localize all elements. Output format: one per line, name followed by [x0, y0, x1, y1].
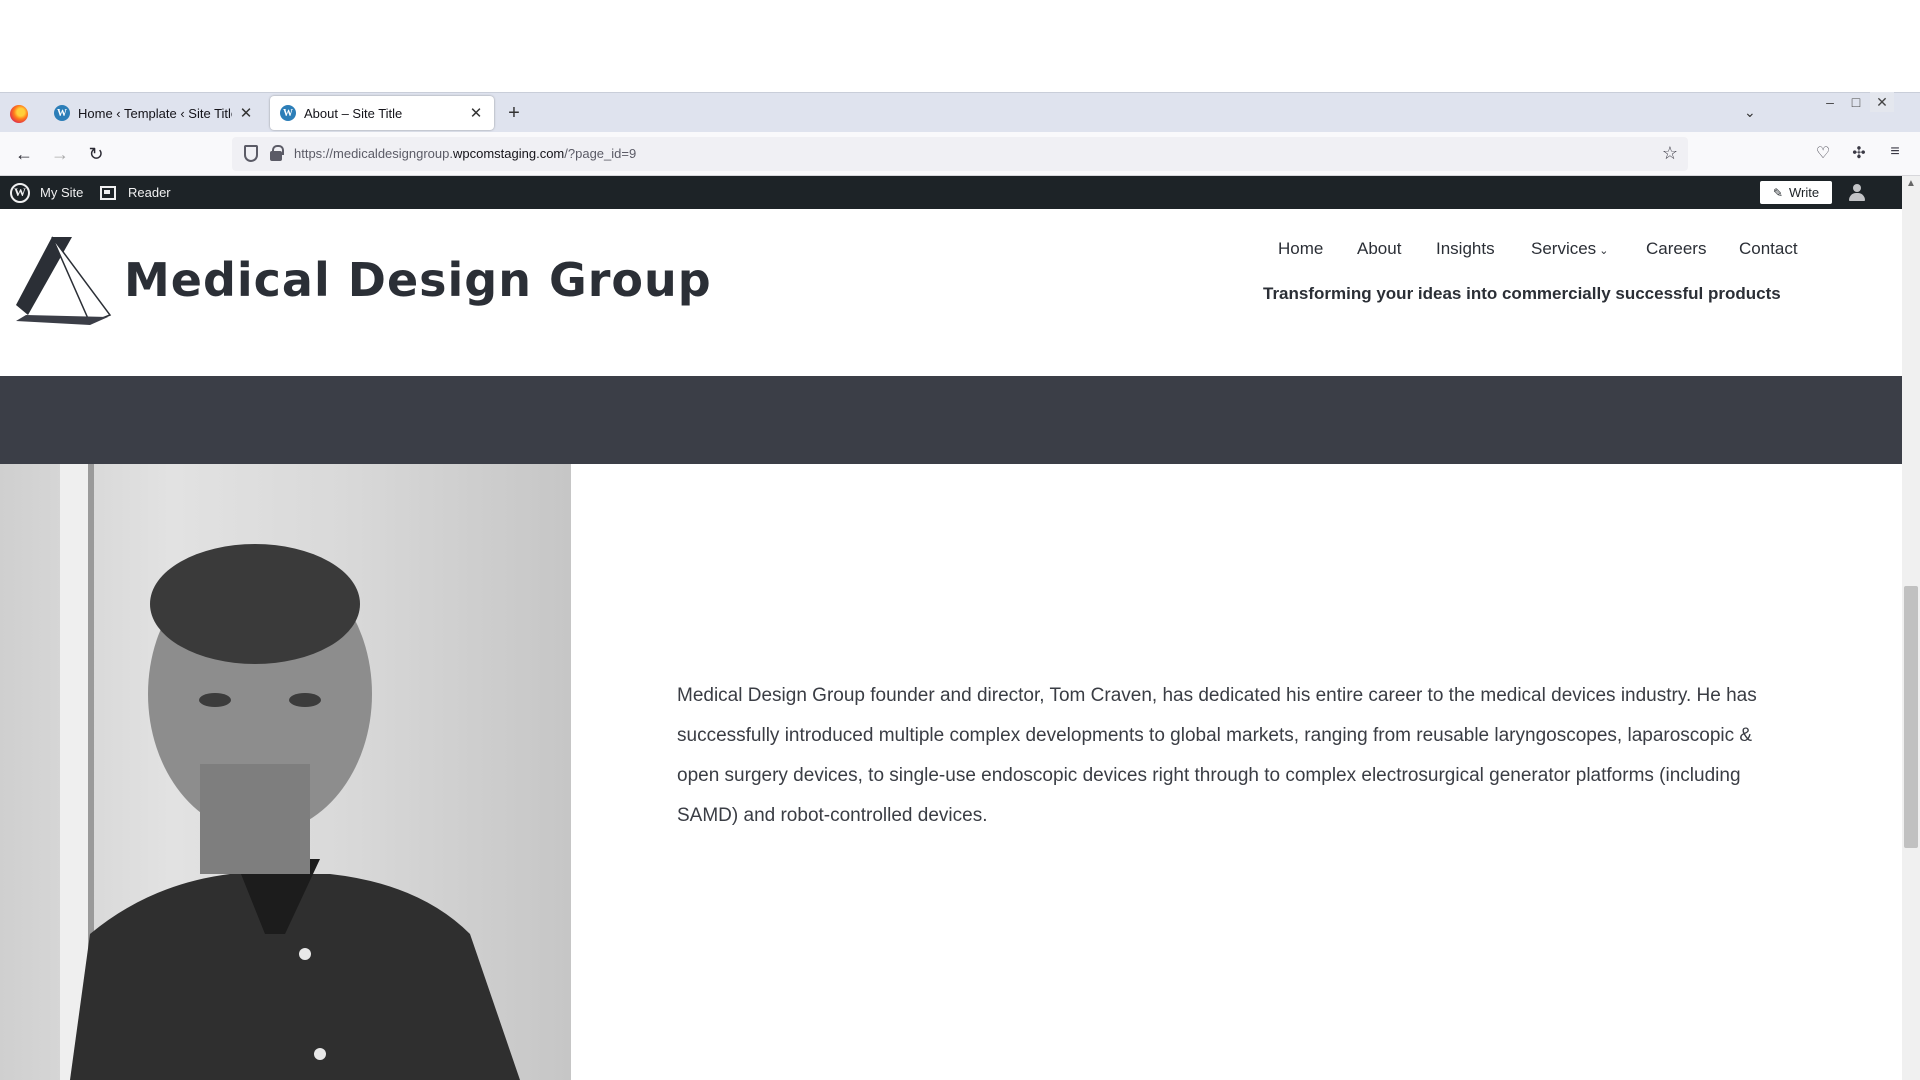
minimize-window-icon[interactable]: – [1818, 92, 1842, 112]
url-suffix: /?page_id=9 [564, 146, 637, 161]
address-bar[interactable]: https://medicaldesigngroup.wpcomstaging.… [232, 137, 1688, 171]
founder-bio-paragraph: Medical Design Group founder and directo… [677, 685, 1757, 826]
wp-admin-bar: W My Site Reader ✎ Write [0, 176, 1902, 209]
reader-link[interactable]: Reader [100, 176, 171, 209]
maximize-window-icon[interactable]: □ [1844, 92, 1868, 112]
pocket-icon[interactable]: ♡ [1812, 143, 1834, 163]
tab-label: About – Site Title [304, 105, 403, 121]
write-button[interactable]: ✎ Write [1760, 181, 1832, 204]
founder-portrait-image [0, 464, 571, 1080]
scroll-up-arrow-icon[interactable]: ▲ [1906, 178, 1916, 189]
browser-tab-strip: W Home ‹ Template ‹ Site Title ‹ E ✕ W A… [0, 92, 1920, 213]
medical-design-group-logo-icon[interactable] [12, 235, 112, 327]
forward-icon[interactable]: → [48, 142, 72, 166]
wordpress-favicon-icon: W [54, 105, 70, 121]
url-prefix: https://medicaldesigngroup. [294, 146, 453, 161]
scrollbar-thumb[interactable] [1904, 586, 1918, 848]
lock-icon[interactable] [270, 145, 284, 161]
nav-services-label: Services [1531, 239, 1597, 258]
pen-icon: ✎ [1772, 185, 1783, 200]
nav-services[interactable]: Services ⌄ [1531, 239, 1608, 259]
nav-careers[interactable]: Careers [1646, 239, 1706, 259]
firefox-logo-icon [10, 105, 28, 123]
url-text[interactable]: https://medicaldesigngroup.wpcomstaging.… [294, 146, 636, 161]
my-site-label: My Site [40, 185, 84, 200]
back-icon[interactable]: ← [12, 142, 36, 166]
nav-about[interactable]: About [1357, 239, 1401, 259]
tab-label: Home ‹ Template ‹ Site Title ‹ E [78, 105, 232, 121]
extensions-icon[interactable]: ✣ [1848, 143, 1870, 163]
tracking-protection-shield-icon[interactable] [244, 145, 258, 162]
nav-contact[interactable]: Contact [1739, 239, 1798, 259]
close-window-icon[interactable]: ✕ [1870, 92, 1894, 112]
wordpress-favicon-icon: W [280, 105, 296, 121]
tab-about-site-title[interactable]: W About – Site Title ✕ [270, 96, 494, 130]
wordpress-logo-icon: W [10, 182, 30, 203]
nav-insights[interactable]: Insights [1436, 239, 1495, 259]
url-host: wpcomstaging.com [452, 146, 565, 161]
page-hero-band [0, 376, 1902, 464]
page-scrollbar[interactable]: ▲ [1902, 176, 1920, 1080]
app-menu-icon[interactable]: ≡ [1884, 143, 1906, 161]
close-tab-icon[interactable]: ✕ [238, 104, 254, 122]
site-title[interactable]: Medical Design Group [124, 253, 712, 307]
blank-top-area [0, 0, 1920, 92]
tab-home-template[interactable]: W Home ‹ Template ‹ Site Title ‹ E ✕ [44, 96, 264, 130]
reload-icon[interactable]: ↻ [84, 142, 108, 166]
browser-nav-bar: ← → ↻ https://medicaldesigngroup.wpcomst… [0, 132, 1920, 176]
list-all-tabs-icon[interactable]: ⌄ [1744, 104, 1756, 121]
bookmark-star-icon[interactable]: ☆ [1662, 143, 1678, 164]
chevron-down-icon: ⌄ [1599, 245, 1609, 257]
write-label: Write [1788, 185, 1820, 200]
new-tab-icon[interactable]: + [504, 102, 524, 125]
site-header: Medical Design Group Home About Insights… [0, 209, 1902, 376]
my-site-link[interactable]: W My Site [10, 176, 83, 209]
site-tagline: Transforming your ideas into commerciall… [1263, 284, 1781, 303]
reader-icon [100, 185, 116, 200]
user-avatar-icon[interactable] [1848, 184, 1866, 202]
close-tab-icon[interactable]: ✕ [468, 104, 484, 122]
reader-label: Reader [128, 185, 171, 200]
nav-home[interactable]: Home [1278, 239, 1323, 259]
